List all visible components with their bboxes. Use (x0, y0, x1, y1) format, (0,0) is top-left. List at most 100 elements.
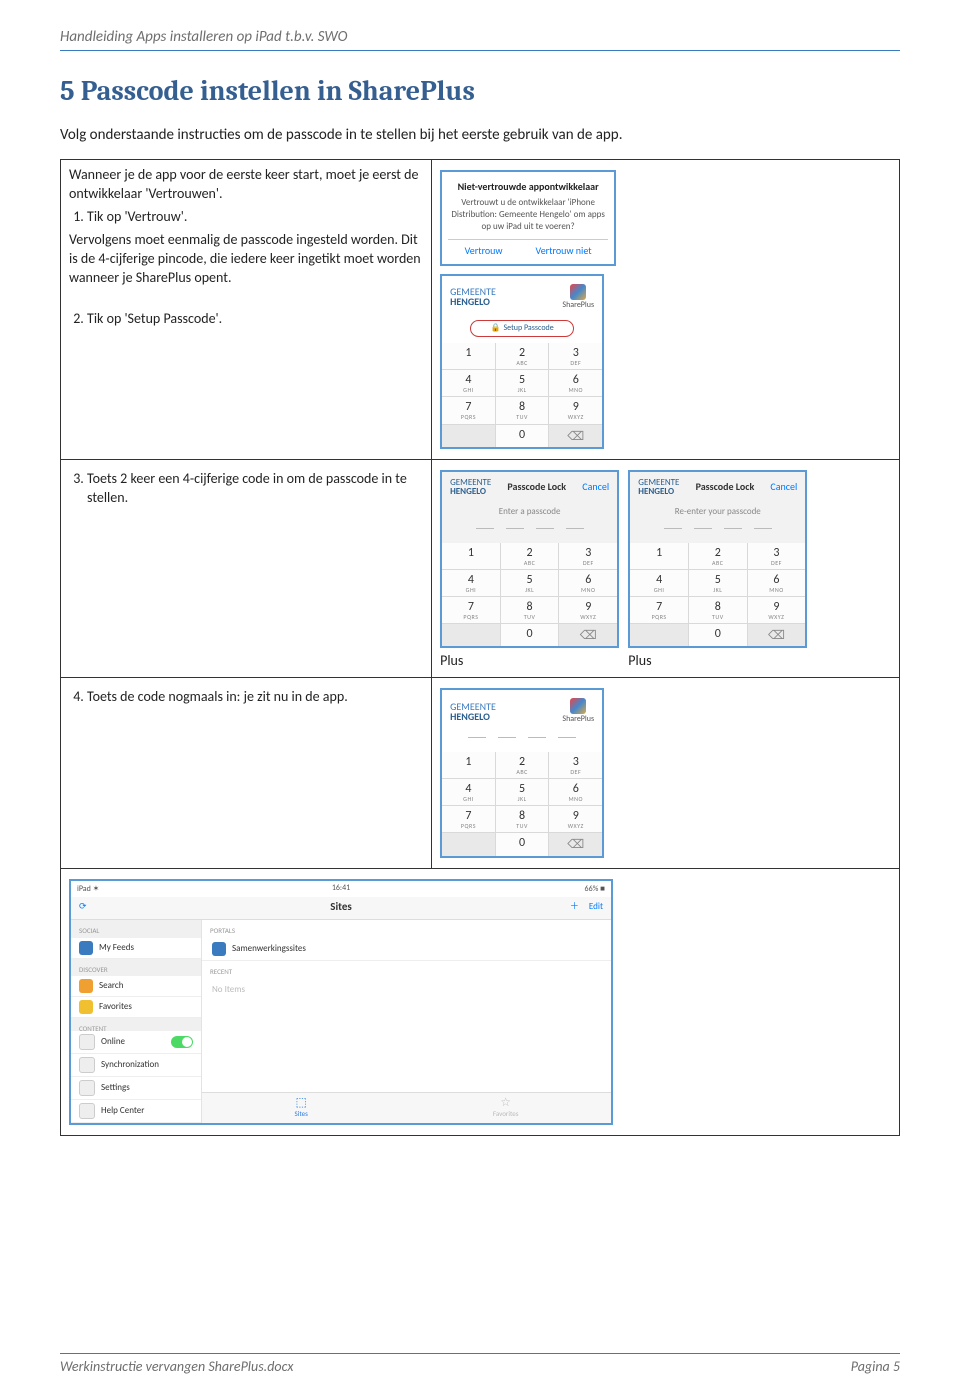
key-1[interactable]: 1 (442, 543, 500, 569)
section-heading: 5 Passcode instellen in SharePlus (60, 75, 900, 107)
key-6[interactable]: 6MNO (559, 570, 617, 596)
status-bar: iPad ✶ 16:41 66% ■ (71, 881, 611, 898)
key-backspace[interactable]: ⌫ (559, 624, 617, 646)
sidebar-item-online[interactable]: Online (71, 1031, 201, 1054)
plus-overlay-label: Plus (628, 652, 813, 671)
refresh-icon[interactable]: ⟳ (79, 901, 87, 913)
key-2[interactable]: 2ABC (496, 343, 549, 369)
key-0[interactable]: 0 (496, 425, 549, 447)
plus-overlay-label: Plus (440, 652, 625, 671)
screenshot-reenter-passcode: GEMEENTEHENGELO Passcode Lock Cancel Re-… (628, 470, 807, 649)
sidebar-item-favorites[interactable]: Favorites (71, 997, 201, 1018)
key-7[interactable]: 7PQRS (442, 806, 495, 832)
key-0[interactable]: 0 (496, 833, 549, 855)
dialog-trust-button[interactable]: Vertrouw (465, 244, 503, 258)
key-8[interactable]: 8TUV (689, 597, 747, 623)
key-3[interactable]: 3DEF (559, 543, 617, 569)
key-5[interactable]: 5JKL (496, 370, 549, 396)
step3-item: Toets 2 keer een 4-cijferige code in om … (87, 470, 423, 508)
key-6[interactable]: 6MNO (748, 570, 806, 596)
key-backspace[interactable]: ⌫ (748, 624, 806, 646)
cancel-button[interactable]: Cancel (582, 480, 609, 494)
key-5[interactable]: 5JKL (496, 779, 549, 805)
page-footer: Werkinstructie vervangen SharePlus.docx … (60, 1353, 900, 1375)
key-8[interactable]: 8TUV (501, 597, 559, 623)
person-icon (79, 941, 93, 955)
key-4[interactable]: 4GHI (442, 779, 495, 805)
key-8[interactable]: 8TUV (496, 397, 549, 423)
key-7[interactable]: 7PQRS (442, 397, 495, 423)
key-9[interactable]: 9WXYZ (549, 806, 602, 832)
section-recent: RECENT (202, 961, 611, 978)
sidebar-item-search[interactable]: Search (71, 976, 201, 997)
sidebar-item-sync[interactable]: Synchronization (71, 1054, 201, 1077)
tab-favorites[interactable]: ☆Favorites (493, 1097, 519, 1118)
key-3[interactable]: 3DEF (748, 543, 806, 569)
step2-item: Tik op 'Setup Passcode'. (87, 310, 423, 329)
dialog-body: Vertrouwt u de ontwikkelaar 'iPhone Dist… (448, 197, 608, 233)
key-0[interactable]: 0 (501, 624, 559, 646)
footer-filename: Werkinstructie vervangen SharePlus.docx (60, 1358, 293, 1375)
key-9[interactable]: 9WXYZ (549, 397, 602, 423)
key-9[interactable]: 9WXYZ (748, 597, 806, 623)
help-icon (79, 1103, 95, 1119)
setup-passcode-button[interactable]: 🔒Setup Passcode (470, 320, 574, 337)
key-7[interactable]: 7PQRS (630, 597, 688, 623)
step1-text: Wanneer je de app voor de eerste keer st… (69, 166, 423, 204)
page-header: Handleiding Apps installeren op iPad t.b… (60, 28, 900, 51)
edit-button[interactable]: Edit (589, 901, 603, 912)
section-portals: PORTALS (202, 920, 611, 937)
key-empty (442, 833, 495, 855)
step-3-text-cell: Toets 2 keer een 4-cijferige code in om … (61, 459, 432, 678)
key-4[interactable]: 4GHI (442, 370, 495, 396)
sidebar-item-settings[interactable]: Settings (71, 1077, 201, 1100)
shareplus-logo: SharePlus (562, 698, 594, 725)
lock-icon: 🔒 (490, 323, 500, 333)
key-6[interactable]: 6MNO (549, 779, 602, 805)
key-1[interactable]: 1 (442, 752, 495, 778)
wifi-icon: ✶ (93, 884, 100, 894)
passcode-lock-title: Passcode Lock (507, 480, 566, 494)
add-button[interactable]: ＋ (570, 901, 579, 912)
reenter-passcode-label: Re-enter your passcode (630, 506, 805, 518)
key-backspace[interactable]: ⌫ (549, 833, 602, 855)
key-2[interactable]: 2ABC (689, 543, 747, 569)
sidebar: SOCIAL My Feeds DISCOVER Search Favorite… (71, 920, 202, 1122)
key-empty (442, 624, 500, 646)
key-3[interactable]: 3DEF (549, 343, 602, 369)
key-1[interactable]: 1 (630, 543, 688, 569)
key-2[interactable]: 2ABC (501, 543, 559, 569)
key-empty (630, 624, 688, 646)
intro-paragraph: Volg onderstaande instructies om de pass… (60, 125, 900, 145)
key-2[interactable]: 2ABC (496, 752, 549, 778)
status-device: iPad ✶ (77, 884, 99, 895)
step-1-2-text-cell: Wanneer je de app voor de eerste keer st… (61, 160, 432, 459)
online-toggle[interactable] (171, 1036, 193, 1048)
key-3[interactable]: 3DEF (549, 752, 602, 778)
screenshot-final-passcode: GEMEENTEHENGELO SharePlus 1 2ABC 3DEF 4G… (440, 688, 604, 857)
key-9[interactable]: 9WXYZ (559, 597, 617, 623)
cancel-button[interactable]: Cancel (770, 480, 797, 494)
sidebar-item-help[interactable]: Help Center (71, 1100, 201, 1123)
dialog-dont-trust-button[interactable]: Vertrouw niet (536, 244, 592, 258)
step2-text: Vervolgens moet eenmalig de passcode ing… (69, 231, 423, 288)
section-discover: DISCOVER (71, 959, 201, 976)
key-5[interactable]: 5JKL (689, 570, 747, 596)
key-6[interactable]: 6MNO (549, 370, 602, 396)
key-1[interactable]: 1 (442, 343, 495, 369)
key-0[interactable]: 0 (689, 624, 747, 646)
key-8[interactable]: 8TUV (496, 806, 549, 832)
keypad: 1 2ABC 3DEF 4GHI 5JKL 6MNO 7PQRS 8TUV 9W… (442, 752, 602, 855)
gemeente-hengelo-logo: GEMEENTEHENGELO (638, 478, 679, 496)
portal-item[interactable]: Samenwerkingssites (202, 938, 611, 961)
key-backspace[interactable]: ⌫ (549, 425, 602, 447)
portal-icon (212, 942, 226, 956)
key-5[interactable]: 5JKL (501, 570, 559, 596)
key-4[interactable]: 4GHI (630, 570, 688, 596)
sidebar-item-myfeeds[interactable]: My Feeds (71, 938, 201, 959)
screenshot-setup-passcode: GEMEENTEHENGELO SharePlus 🔒Setup Passcod… (440, 274, 604, 449)
tab-bar: ⬚Sites ☆Favorites (202, 1092, 611, 1122)
key-4[interactable]: 4GHI (442, 570, 500, 596)
key-7[interactable]: 7PQRS (442, 597, 500, 623)
tab-sites[interactable]: ⬚Sites (295, 1097, 308, 1118)
